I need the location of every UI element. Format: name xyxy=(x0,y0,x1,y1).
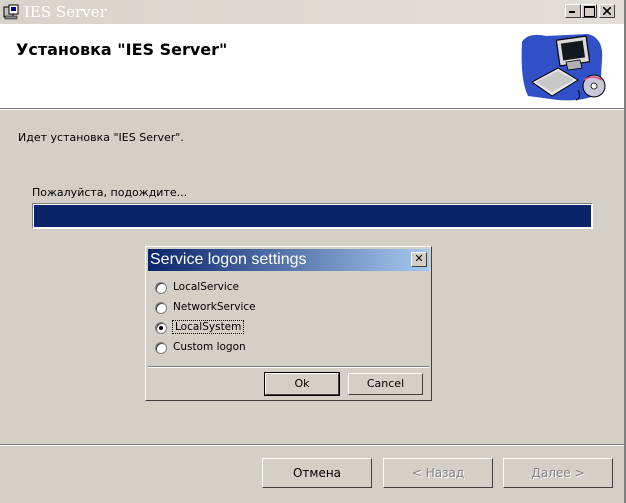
radio-button[interactable] xyxy=(155,342,167,354)
cancel-button-label: Cancel xyxy=(366,377,405,390)
maximize-icon xyxy=(584,6,595,17)
minimize-icon xyxy=(569,11,575,13)
close-icon: ✕ xyxy=(414,252,424,265)
progress-bar-fill xyxy=(34,205,591,227)
footer-divider xyxy=(0,444,626,446)
progress-bar xyxy=(32,203,593,229)
radio-button[interactable] xyxy=(155,302,167,314)
maximize-button[interactable] xyxy=(581,4,597,18)
ok-button[interactable]: Ok xyxy=(264,372,340,396)
next-button[interactable]: Далее > xyxy=(503,458,613,488)
window-titlebar[interactable]: IES Server xyxy=(0,0,626,24)
radio-label: Custom logon xyxy=(173,341,246,353)
dialog-close-button[interactable]: ✕ xyxy=(411,252,427,267)
page-title: Установка "IES Server" xyxy=(16,40,228,59)
wizard-header: Установка "IES Server" xyxy=(0,24,626,109)
window-title: IES Server xyxy=(24,3,107,21)
radio-button-selected[interactable] xyxy=(155,322,167,334)
radio-label: LocalService xyxy=(173,281,240,293)
dialog-title: Service logon settings xyxy=(150,251,307,268)
radio-label: LocalSystem xyxy=(171,320,245,334)
installer-app-icon xyxy=(3,4,19,20)
wizard-cancel-label: Отмена xyxy=(292,466,342,480)
header-divider xyxy=(0,109,626,110)
close-icon xyxy=(603,7,611,15)
next-button-label: Далее > xyxy=(531,466,585,480)
service-logon-dialog: Service logon settings ✕ LocalService Ne… xyxy=(145,246,432,401)
wait-label: Пожалуйста, подождите... xyxy=(32,186,188,199)
radio-label: NetworkService xyxy=(173,301,256,313)
dialog-divider xyxy=(148,366,429,368)
install-status-text: Идет установка "IES Server". xyxy=(18,131,184,144)
back-button-label: < Назад xyxy=(411,466,465,480)
back-button[interactable]: < Назад xyxy=(383,458,493,488)
radio-button[interactable] xyxy=(155,282,167,294)
dialog-titlebar[interactable]: Service logon settings ✕ xyxy=(148,249,429,271)
computer-illustration-icon xyxy=(521,34,606,101)
wizard-cancel-button[interactable]: Отмена xyxy=(262,458,372,488)
close-button[interactable] xyxy=(599,4,615,18)
minimize-button[interactable] xyxy=(565,4,581,18)
cancel-button[interactable]: Cancel xyxy=(348,373,423,395)
ok-button-label: Ok xyxy=(294,377,310,390)
